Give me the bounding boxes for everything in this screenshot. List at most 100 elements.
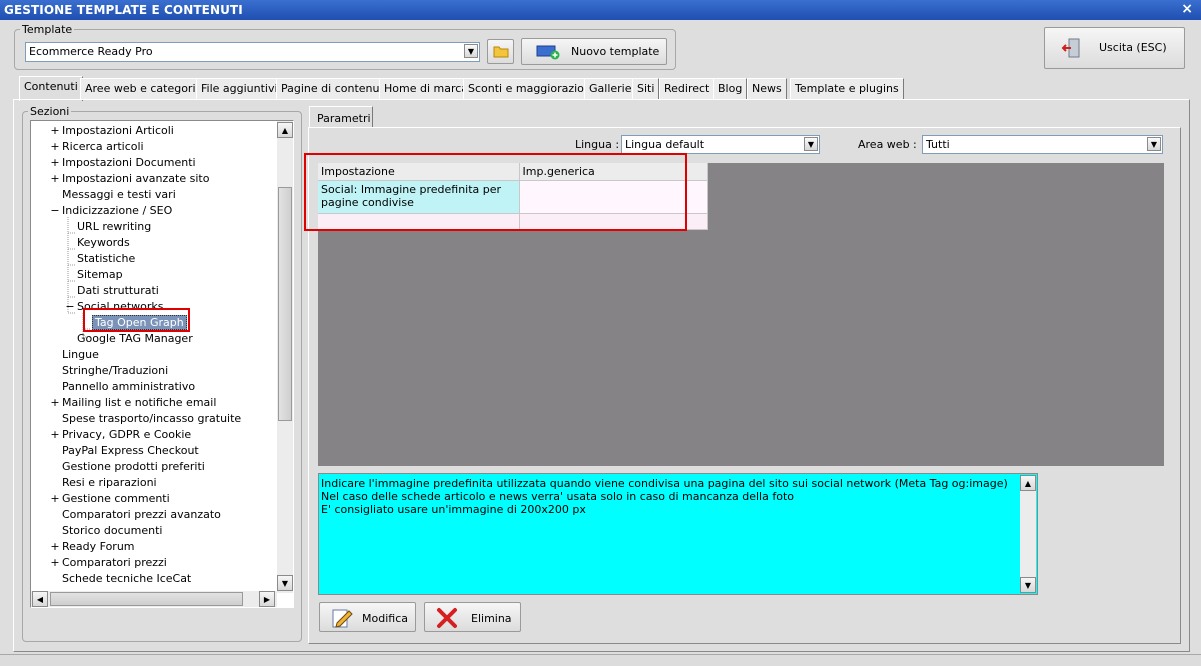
tree-item[interactable]: URL rewriting bbox=[77, 219, 151, 235]
collapse-icon[interactable]: − bbox=[65, 299, 75, 315]
area-web-label: Area web : bbox=[858, 138, 917, 151]
tree-item[interactable]: + Privacy, GDPR e Cookie bbox=[50, 427, 192, 443]
tree-item-label: Impostazioni avanzate sito bbox=[62, 172, 210, 185]
window-title: GESTIONE TEMPLATE E CONTENUTI bbox=[4, 3, 243, 17]
tab-redirect[interactable]: Redirect bbox=[659, 78, 715, 100]
tree-item-label: Spese trasporto/incasso gratuite bbox=[62, 412, 242, 425]
tree-item-label: Impostazioni Articoli bbox=[62, 124, 174, 137]
tree-item-label: Pannello amministrativo bbox=[62, 380, 196, 393]
tree-item[interactable]: + Ricerca articoli bbox=[50, 139, 144, 155]
tree-item[interactable]: Pannello amministrativo bbox=[62, 379, 195, 395]
collapse-icon[interactable]: − bbox=[50, 203, 60, 219]
tree-item-label: Sitemap bbox=[77, 268, 123, 281]
tree-item[interactable]: Storico documenti bbox=[62, 523, 162, 539]
scroll-left-icon[interactable]: ◀ bbox=[32, 591, 48, 607]
new-template-label: Nuovo template bbox=[571, 45, 660, 58]
exit-button[interactable]: Uscita (ESC) bbox=[1044, 27, 1185, 69]
tree-item[interactable]: Lingue bbox=[62, 347, 99, 363]
description-line-1: Indicare l'immagine predefinita utilizza… bbox=[321, 477, 1008, 490]
tab-sconti[interactable]: Sconti e maggiorazioni bbox=[463, 78, 599, 100]
exit-door-icon bbox=[1061, 38, 1080, 58]
expand-icon[interactable]: + bbox=[50, 539, 60, 555]
chevron-down-icon[interactable]: ▼ bbox=[1147, 137, 1161, 151]
tab-gallerie[interactable]: Gallerie bbox=[584, 78, 637, 100]
tab-template-plugins[interactable]: Template e plugins bbox=[790, 78, 904, 100]
tree-item[interactable]: + Ready Forum bbox=[50, 539, 134, 555]
open-folder-button[interactable] bbox=[487, 39, 514, 64]
chevron-down-icon[interactable]: ▼ bbox=[464, 44, 478, 58]
tab-pagine-contenuti[interactable]: Pagine di contenuti bbox=[276, 78, 392, 100]
tree-item[interactable]: + Impostazioni Documenti bbox=[50, 155, 195, 171]
tree-item[interactable]: + Gestione commenti bbox=[50, 491, 169, 507]
tree-item[interactable]: Keywords bbox=[77, 235, 130, 251]
tab-contenuti[interactable]: Contenuti bbox=[19, 76, 83, 101]
scroll-down-icon[interactable]: ▼ bbox=[277, 575, 293, 591]
expand-icon[interactable]: + bbox=[50, 123, 60, 139]
delete-label: Elimina bbox=[471, 612, 512, 625]
tree-item[interactable]: PayPal Express Checkout bbox=[62, 443, 199, 459]
tree-item[interactable]: + Mailing list e notifiche email bbox=[50, 395, 216, 411]
tree-item[interactable]: − Indicizzazione / SEO bbox=[50, 203, 173, 219]
template-select[interactable]: Ecommerce Ready Pro ▼ bbox=[25, 42, 480, 62]
tree-item-label: Privacy, GDPR e Cookie bbox=[62, 428, 192, 441]
tree-hscroll[interactable]: ◀ ▶ bbox=[31, 591, 277, 607]
scroll-up-icon[interactable]: ▲ bbox=[1020, 475, 1036, 491]
tree-item[interactable]: Resi e riparazioni bbox=[62, 475, 157, 491]
tab-home-marca[interactable]: Home di marca bbox=[379, 78, 474, 100]
lingua-select[interactable]: Lingua default ▼ bbox=[621, 135, 820, 154]
close-icon[interactable]: × bbox=[1181, 1, 1193, 17]
tree-hscroll-thumb[interactable] bbox=[50, 592, 243, 606]
description-box[interactable]: Indicare l'immagine predefinita utilizza… bbox=[318, 473, 1038, 595]
status-bar bbox=[0, 654, 1201, 666]
tab-parametri[interactable]: Parametri bbox=[309, 106, 373, 128]
tree-item[interactable]: Gestione prodotti preferiti bbox=[62, 459, 205, 475]
new-template-icon bbox=[536, 45, 560, 60]
tree-item[interactable]: + Impostazioni Articoli bbox=[50, 123, 174, 139]
expand-icon[interactable]: + bbox=[50, 491, 60, 507]
tree-item[interactable]: Messaggi e testi vari bbox=[62, 187, 176, 203]
tree-item[interactable]: Dati strutturati bbox=[77, 283, 159, 299]
edit-icon bbox=[332, 609, 353, 628]
tree-item-label: Indicizzazione / SEO bbox=[62, 204, 173, 217]
tree-item-label: Messaggi e testi vari bbox=[62, 188, 176, 201]
tree-item[interactable]: + Comparatori prezzi bbox=[50, 555, 166, 571]
tree-item[interactable]: Schede tecniche IceCat bbox=[62, 571, 191, 587]
expand-icon[interactable]: + bbox=[50, 171, 60, 187]
tab-file-aggiuntivi[interactable]: File aggiuntivi bbox=[196, 78, 283, 100]
tab-news[interactable]: News bbox=[747, 78, 787, 100]
tab-aree-web[interactable]: Aree web e categorie bbox=[80, 78, 208, 100]
expand-icon[interactable]: + bbox=[50, 555, 60, 571]
description-vscroll[interactable]: ▲ ▼ bbox=[1020, 475, 1036, 593]
tree-item[interactable]: Sitemap bbox=[77, 267, 123, 283]
tree-item-label: Storico documenti bbox=[62, 524, 163, 537]
sections-tree[interactable]: + Impostazioni Articoli + Ricerca articoli +… bbox=[30, 120, 294, 608]
chevron-down-icon[interactable]: ▼ bbox=[804, 137, 818, 151]
tree-item-label: Schede tecniche IceCat bbox=[62, 572, 192, 585]
expand-icon[interactable]: + bbox=[50, 427, 60, 443]
scroll-down-icon[interactable]: ▼ bbox=[1020, 577, 1036, 593]
tree-item-label: Statistiche bbox=[77, 252, 136, 265]
expand-icon[interactable]: + bbox=[50, 155, 60, 171]
tree-vscroll-thumb[interactable] bbox=[278, 187, 292, 421]
modify-button[interactable]: Modifica bbox=[319, 602, 416, 632]
tab-blog[interactable]: Blog bbox=[713, 78, 748, 100]
tree-item[interactable]: Comparatori prezzi avanzato bbox=[62, 507, 221, 523]
area-web-select[interactable]: Tutti ▼ bbox=[922, 135, 1163, 154]
scroll-up-icon[interactable]: ▲ bbox=[277, 122, 293, 138]
tree-item-label: Ricerca articoli bbox=[62, 140, 144, 153]
expand-icon[interactable]: + bbox=[50, 395, 60, 411]
lingua-label: Lingua : bbox=[575, 138, 620, 151]
expand-icon[interactable]: + bbox=[50, 139, 60, 155]
tree-item[interactable]: Spese trasporto/incasso gratuite bbox=[62, 411, 241, 427]
tree-item[interactable]: + Impostazioni avanzate sito bbox=[50, 171, 210, 187]
new-template-button[interactable]: Nuovo template bbox=[521, 38, 667, 65]
delete-button[interactable]: Elimina bbox=[424, 602, 521, 632]
tree-item[interactable]: Google TAG Manager bbox=[77, 331, 193, 347]
tab-siti[interactable]: Siti bbox=[632, 78, 660, 100]
tree-vscroll[interactable]: ▲ ▼ bbox=[277, 121, 293, 593]
scroll-right-icon[interactable]: ▶ bbox=[259, 591, 275, 607]
tree-item[interactable]: Statistiche bbox=[77, 251, 135, 267]
tree-item-label: Dati strutturati bbox=[77, 284, 159, 297]
tree-item[interactable]: Stringhe/Traduzioni bbox=[62, 363, 168, 379]
tree-item-label: Stringhe/Traduzioni bbox=[62, 364, 169, 377]
